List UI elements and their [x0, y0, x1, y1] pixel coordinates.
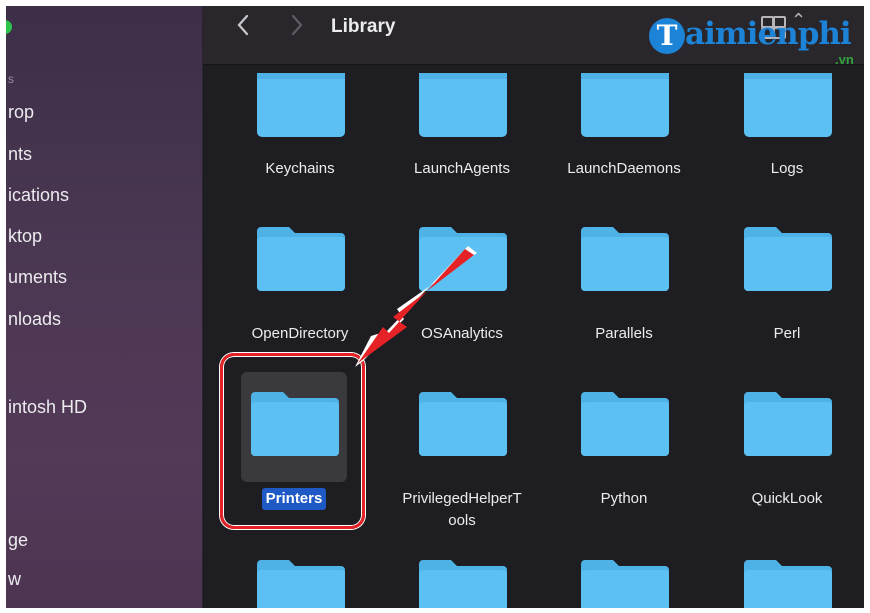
back-button[interactable]	[229, 12, 257, 44]
red-arrow-icon	[355, 246, 477, 367]
sidebar-item-window[interactable]: w	[8, 569, 21, 590]
logo-initial: T	[649, 18, 685, 54]
chevron-left-icon	[237, 14, 249, 36]
sidebar-item-downloads[interactable]: nloads	[8, 309, 61, 330]
window-title: Library	[331, 16, 396, 37]
sidebar-item-airdrop[interactable]: rop	[8, 102, 34, 123]
logo-text: aimienphi	[685, 16, 852, 52]
sidebar-item-storage[interactable]: ge	[8, 530, 28, 551]
sidebar: s rop nts ications ktop uments nloads in…	[6, 6, 203, 608]
finder-window: s rop nts ications ktop uments nloads in…	[6, 6, 864, 608]
sidebar-item-macintosh-hd[interactable]: intosh HD	[8, 397, 87, 418]
sidebar-item-desktop[interactable]: ktop	[8, 226, 42, 247]
zoom-window-button[interactable]	[6, 20, 12, 34]
sidebar-item-recents[interactable]: nts	[8, 144, 32, 165]
forward-button[interactable]	[283, 12, 311, 44]
sidebar-item-documents[interactable]: uments	[8, 267, 67, 288]
chevron-right-icon	[291, 14, 303, 36]
file-grid: Keychains LaunchAgents LaunchDaemons Log…	[203, 65, 864, 608]
sidebar-section-header: s	[8, 72, 14, 86]
sidebar-item-applications[interactable]: ications	[8, 185, 69, 206]
